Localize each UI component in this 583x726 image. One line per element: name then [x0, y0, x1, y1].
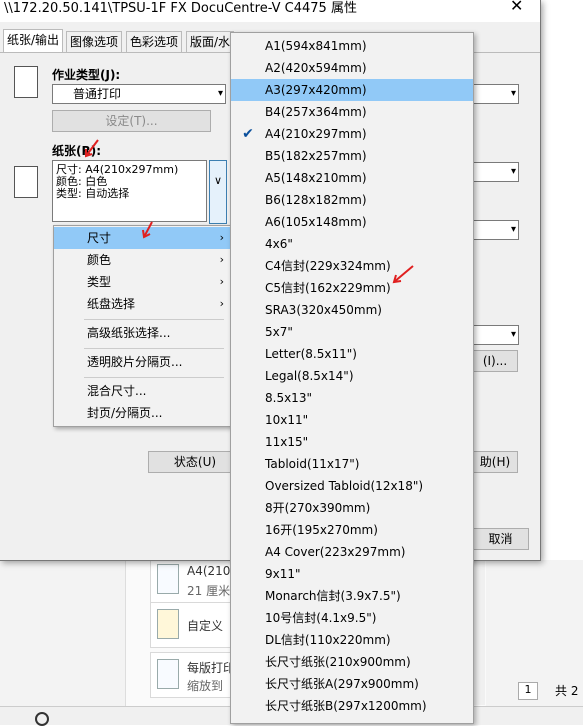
- red-arrow-3: [392, 265, 414, 284]
- red-arrow-1: [85, 139, 99, 158]
- annotation-overlay: [85, 139, 414, 284]
- red-arrow-2: [142, 221, 153, 239]
